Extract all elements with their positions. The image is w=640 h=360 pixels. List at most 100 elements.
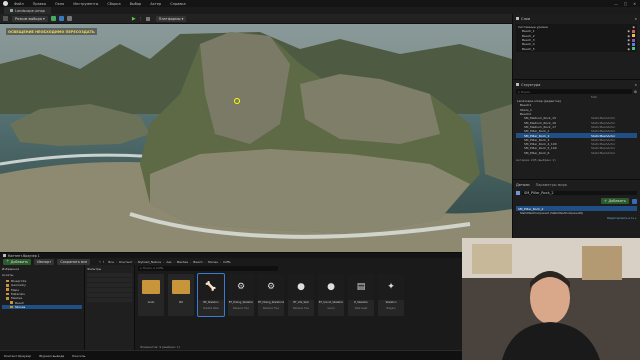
asset-tile[interactable]: 🦴 BP_Skeleton Skeletal Mesh <box>197 273 225 317</box>
outliner-row-type: StaticMeshActor <box>591 150 616 155</box>
content-tree-panel: Избранное Ассеты Blueprints Geometry Maps M… <box>0 265 85 351</box>
visibility-icon[interactable]: ◉ <box>632 25 635 29</box>
transform-gizmo-icon[interactable] <box>234 98 240 104</box>
save-icon[interactable] <box>3 16 8 21</box>
menu-item-edit[interactable]: Правка <box>33 2 46 6</box>
asset-tile[interactable]: ISO <box>168 274 194 316</box>
menu-item-build[interactable]: Сборка <box>107 2 120 6</box>
outliner-type-column-header[interactable]: Тип <box>591 95 637 99</box>
platforms-dropdown[interactable]: Платформы ▾ <box>155 15 187 22</box>
outliner-settings-icon[interactable]: ⚙ <box>634 90 637 94</box>
blueprint-icon[interactable] <box>58 16 64 21</box>
breadcrumb-item[interactable]: Ass <box>166 260 171 264</box>
level-viewport[interactable]: ОСВЕЩЕНИЕ НЕОБХОДИМО ПЕРЕСОЗДАТЬ <box>0 24 512 252</box>
ue-logo-icon[interactable] <box>3 1 8 6</box>
play-icon[interactable]: ▶ <box>132 16 136 22</box>
menu-item-help[interactable]: Справка <box>170 2 185 6</box>
filter-item[interactable] <box>87 298 132 302</box>
visibility-icon[interactable]: ◉ <box>627 47 630 51</box>
breadcrumb-item[interactable]: Stones <box>208 260 218 264</box>
stop-icon[interactable] <box>145 16 150 21</box>
assets-header[interactable]: Ассеты <box>2 273 82 277</box>
filters-panel: Фильтры <box>85 265 135 351</box>
breadcrumb-item[interactable]: Meshes <box>177 260 188 264</box>
sound-icon: ● <box>297 282 305 292</box>
breadcrumb-item[interactable]: Все <box>108 260 114 264</box>
save-all-button[interactable]: Сохранить все <box>57 258 91 265</box>
breadcrumb-item[interactable]: Beach <box>193 260 202 264</box>
add-actor-icon[interactable] <box>50 16 56 21</box>
mode-dropdown[interactable]: Режим выбора ▾ <box>12 15 48 22</box>
breadcrumb-separator-icon: › <box>173 259 175 264</box>
filter-item[interactable] <box>87 288 132 292</box>
folder-tree-item[interactable]: Stones <box>2 304 82 310</box>
scene-render <box>0 24 512 252</box>
minimize-icon[interactable]: — <box>614 2 618 6</box>
details-object-name[interactable]: SM_Pillar_Rock_2 <box>522 191 637 195</box>
filter-item[interactable] <box>87 278 132 282</box>
blueprint-add-icon[interactable] <box>632 198 637 204</box>
menu-item-window[interactable]: Окно <box>55 2 64 6</box>
menu-item-tools[interactable]: Инструменты <box>73 2 98 6</box>
breadcrumb-separator-icon: › <box>219 259 222 264</box>
add-component-button[interactable]: ＋ Добавить <box>600 198 629 204</box>
tab-landscape[interactable]: Landscape.umap <box>4 7 51 14</box>
asset-tile[interactable]: ⚙ BT_Dialog_Skeleton2 Behavior Tree <box>258 274 284 316</box>
breadcrumb-separator-icon: › <box>134 259 136 264</box>
outliner-row[interactable]: SM_Pillar_Rock_6 StaticMeshActor <box>516 151 637 155</box>
maximize-icon[interactable]: □ <box>624 2 627 6</box>
behavior-tree-icon: ⚙ <box>236 282 246 292</box>
layers-close-icon[interactable]: ✕ <box>634 17 637 21</box>
content-browser: Контент-браузер 1 ＋ Добавить Импорт Сохр… <box>0 252 462 351</box>
asset-thumbnail: ▤ <box>348 274 374 300</box>
asset-grid: Arsto ISO 🦴 BP_Skeleton Skeletal Mesh ⚙ BT_Dia… <box>138 273 460 317</box>
content-browser-title[interactable]: Контент-браузер 1 <box>8 254 40 258</box>
asset-tile[interactable]: ● BT_Sound_Skeleton Sound <box>318 274 344 316</box>
filter-item[interactable] <box>87 273 132 277</box>
breadcrumb-item[interactable]: Контент <box>119 260 132 264</box>
asset-name: ISO <box>178 301 184 304</box>
outliner-row-label: SM_Pillar_Rock_6 <box>524 150 550 155</box>
asset-tile[interactable]: ⚙ BT_Dialog_Skeleton Behavior Tree <box>228 274 254 316</box>
filter-item[interactable] <box>87 293 132 297</box>
breadcrumb-item[interactable]: Stylized_Nature <box>138 260 162 264</box>
outliner-close-icon[interactable]: ✕ <box>634 83 637 87</box>
details-tab[interactable]: Детали <box>516 183 530 187</box>
asset-thumbnail: ⚙ <box>228 274 254 300</box>
output-log-button[interactable]: Журнал вывода <box>39 354 64 358</box>
folder-icon <box>6 279 9 283</box>
filters-header[interactable]: Фильтры <box>87 267 132 271</box>
outliner-search-input[interactable]: ⌕ Поиск <box>516 89 632 94</box>
content-drawer-button[interactable]: Контент-браузер <box>4 354 31 358</box>
asset-thumbnail: ● <box>318 274 344 300</box>
favorites-header[interactable]: Избранное <box>2 267 82 271</box>
breadcrumb-item[interactable]: Cliffs <box>223 260 230 264</box>
menu-item-file[interactable]: Файл <box>14 2 24 6</box>
close-icon[interactable]: ✕ <box>633 2 636 6</box>
asset-tile[interactable]: ▤ D_Skeleton Data Asset <box>348 274 374 316</box>
asset-tile[interactable]: ● BT_Life_Skel Behavior Tree <box>288 274 314 316</box>
world-settings-tab[interactable]: Параметры мира <box>536 183 567 187</box>
cinematics-icon[interactable] <box>66 16 72 21</box>
folder-icon <box>6 292 9 296</box>
edit-in-cpp-link[interactable]: Редактировать в С++ <box>607 217 637 220</box>
platforms-label: Платформы <box>158 16 181 21</box>
asset-tile[interactable]: Arsto <box>138 274 164 316</box>
menu-item-actor[interactable]: Актер <box>150 2 161 6</box>
filter-item[interactable] <box>87 283 132 287</box>
layer-color-swatch <box>632 38 635 42</box>
behavior-tree-icon: ⚙ <box>266 282 276 292</box>
console-button[interactable]: Консоль <box>72 354 85 358</box>
add-asset-label: Добавить <box>10 259 29 264</box>
nav-forward-icon[interactable]: › <box>103 259 105 264</box>
asset-tile[interactable]: ✦ Skeleton Niagara <box>378 274 404 316</box>
nav-back-icon[interactable]: ‹ <box>99 259 101 264</box>
document-icon: ▤ <box>356 282 366 292</box>
import-button[interactable]: Импорт <box>34 258 55 265</box>
asset-view: ⌕ Поиск в Cliffs Arsto ISO 🦴 BP_Skeleton Ske… <box>138 265 460 351</box>
add-asset-button[interactable]: ＋ Добавить <box>3 258 32 265</box>
layer-item[interactable]: Beach_5 ◉ <box>518 46 635 51</box>
asset-search-input[interactable]: ⌕ Поиск в Cliffs <box>138 265 278 271</box>
menu-item-select[interactable]: Выбор <box>130 2 142 6</box>
play-options-icon[interactable]: ⋮ <box>139 16 143 21</box>
